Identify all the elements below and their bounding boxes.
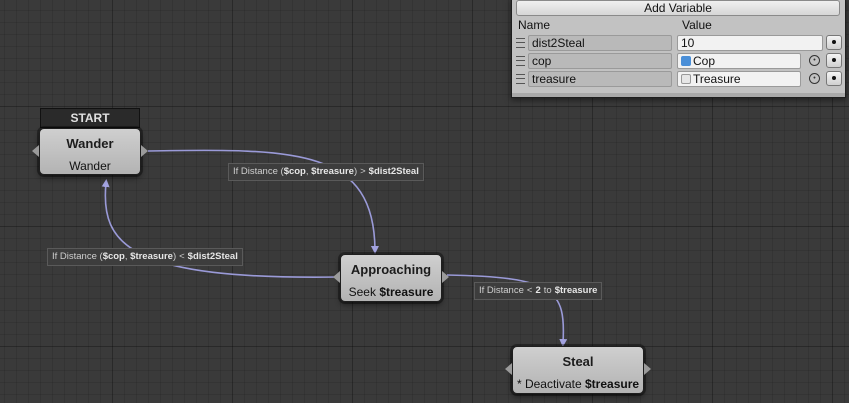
options-button[interactable] xyxy=(826,53,842,68)
condition-suffix: ) xyxy=(172,251,177,262)
drag-handle-icon[interactable] xyxy=(516,38,525,48)
node-approaching[interactable]: Approaching Seek $treasure xyxy=(333,254,449,302)
options-button[interactable] xyxy=(826,35,842,50)
variable-row: dist2Steal 10 xyxy=(512,34,845,51)
node-steal[interactable]: Steal * Deactivate $treasure xyxy=(505,346,651,394)
cube-outline-icon xyxy=(681,74,691,84)
object-name: Cop xyxy=(693,54,716,68)
variable-value-field[interactable]: 10 xyxy=(677,35,823,51)
node-wander[interactable]: Wander Wander xyxy=(32,128,148,175)
drag-handle-icon[interactable] xyxy=(516,56,525,66)
action-arg: $treasure xyxy=(379,285,434,299)
condition-rhs: $dist2Steal xyxy=(187,251,238,262)
variable-name-field[interactable]: dist2Steal xyxy=(528,35,672,51)
variable-name-field[interactable]: cop xyxy=(528,53,672,69)
condition-mid: to xyxy=(543,285,552,296)
node-title: Approaching xyxy=(350,262,432,277)
node-title: Wander xyxy=(66,136,114,151)
action-prefix: Seek xyxy=(348,285,376,299)
condition-approaching-to-wander[interactable]: If Distance ($cop, $treasure) < $dist2Stea… xyxy=(47,248,243,266)
input-port[interactable] xyxy=(32,145,39,157)
variable-row: treasure Treasure • xyxy=(512,70,845,87)
column-header-value: Value xyxy=(682,18,712,32)
output-port[interactable] xyxy=(644,363,651,375)
action-prefix: * Deactivate xyxy=(516,377,582,391)
output-port[interactable] xyxy=(442,271,449,283)
condition-prefix: If Distance ( xyxy=(52,251,103,262)
panel-divider xyxy=(512,93,845,97)
action-arg: $treasure xyxy=(585,377,640,391)
node-action: Wander xyxy=(69,159,111,173)
condition-prefix: If Distance xyxy=(479,285,524,296)
variable-value-field[interactable]: Treasure xyxy=(677,71,801,87)
object-picker-icon[interactable]: • xyxy=(809,55,820,66)
condition-operator: < xyxy=(179,251,185,262)
condition-arg: $treasure xyxy=(311,166,354,177)
condition-rhs: $treasure xyxy=(554,285,598,296)
variables-panel: Add Variable Name Value dist2Steal 10 co… xyxy=(511,0,846,98)
condition-rhs: $dist2Steal xyxy=(368,166,419,177)
condition-arg: $treasure xyxy=(130,251,173,262)
column-header-name: Name xyxy=(518,18,551,32)
condition-wander-to-approaching[interactable]: If Distance ($cop, $treasure) > $dist2Stea… xyxy=(228,163,424,181)
drag-handle-icon[interactable] xyxy=(516,74,525,84)
condition-arg: $cop xyxy=(102,251,125,262)
variable-name-field[interactable]: treasure xyxy=(528,71,672,87)
condition-value: 2 xyxy=(535,285,541,296)
start-label: START xyxy=(40,108,140,128)
object-name: Treasure xyxy=(693,72,741,86)
node-action: Seek $treasure xyxy=(341,285,441,299)
condition-operator: < xyxy=(526,285,533,296)
node-action: * Deactivate $treasure xyxy=(513,377,643,391)
input-port[interactable] xyxy=(505,363,512,375)
variable-row: cop Cop • xyxy=(512,52,845,69)
condition-arg: $cop xyxy=(283,166,306,177)
condition-suffix: ) xyxy=(353,166,358,177)
options-button[interactable] xyxy=(826,71,842,86)
input-port[interactable] xyxy=(333,271,340,283)
cube-icon xyxy=(681,56,691,66)
condition-operator: > xyxy=(360,166,366,177)
condition-approaching-to-steal[interactable]: If Distance <2 to $treasure xyxy=(474,282,603,300)
condition-prefix: If Distance ( xyxy=(233,166,284,177)
object-picker-icon[interactable]: • xyxy=(809,73,820,84)
output-port[interactable] xyxy=(141,145,148,157)
variable-value-field[interactable]: Cop xyxy=(677,53,801,69)
add-variable-button[interactable]: Add Variable xyxy=(516,0,840,16)
node-title: Steal xyxy=(562,354,594,369)
